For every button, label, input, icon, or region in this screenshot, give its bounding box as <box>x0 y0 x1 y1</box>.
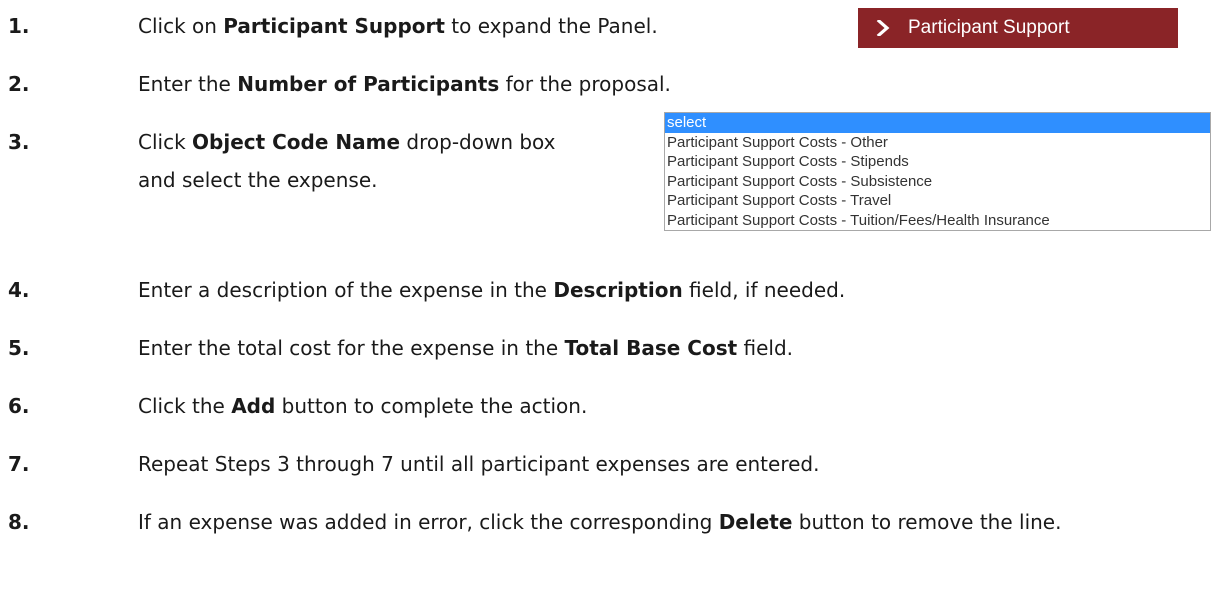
step-text: Click the Add button to complete the act… <box>138 394 588 418</box>
step-text: Enter a description of the expense in th… <box>138 278 846 302</box>
step-number: 6. <box>8 394 30 418</box>
step-text: Enter the total cost for the expense in … <box>138 336 794 360</box>
dropdown-option-other[interactable]: Participant Support Costs - Other <box>665 133 1210 153</box>
step-number: 4. <box>8 278 30 302</box>
panel-button-label: Participant Support <box>908 17 1070 38</box>
dropdown-option-travel[interactable]: Participant Support Costs - Travel <box>665 191 1210 211</box>
step-number: 5. <box>8 336 30 360</box>
participant-support-panel-button[interactable]: Participant Support <box>858 8 1178 48</box>
dropdown-option-select[interactable]: select <box>665 113 1210 133</box>
step-text: Click Object Code Name drop-down box <box>138 130 556 154</box>
step-text: Enter the Number of Participants for the… <box>138 72 671 96</box>
chevron-right-icon <box>876 20 890 36</box>
step-number: 3. <box>8 130 30 154</box>
dropdown-option-tuition-fees-health-insurance[interactable]: Participant Support Costs - Tuition/Fees… <box>665 211 1210 231</box>
object-code-name-dropdown[interactable]: select Participant Support Costs - Other… <box>664 112 1211 231</box>
step-text: If an expense was added in error, click … <box>138 510 1062 534</box>
step-text: Click on Participant Support to expand t… <box>138 14 658 38</box>
dropdown-option-subsistence[interactable]: Participant Support Costs - Subsistence <box>665 172 1210 192</box>
step-number: 1. <box>8 14 30 38</box>
step-text: Repeat Steps 3 through 7 until all parti… <box>138 452 820 476</box>
step-number: 2. <box>8 72 30 96</box>
step-text: and select the expense. <box>138 168 378 192</box>
dropdown-option-stipends[interactable]: Participant Support Costs - Stipends <box>665 152 1210 172</box>
step-number: 7. <box>8 452 30 476</box>
step-number: 8. <box>8 510 30 534</box>
